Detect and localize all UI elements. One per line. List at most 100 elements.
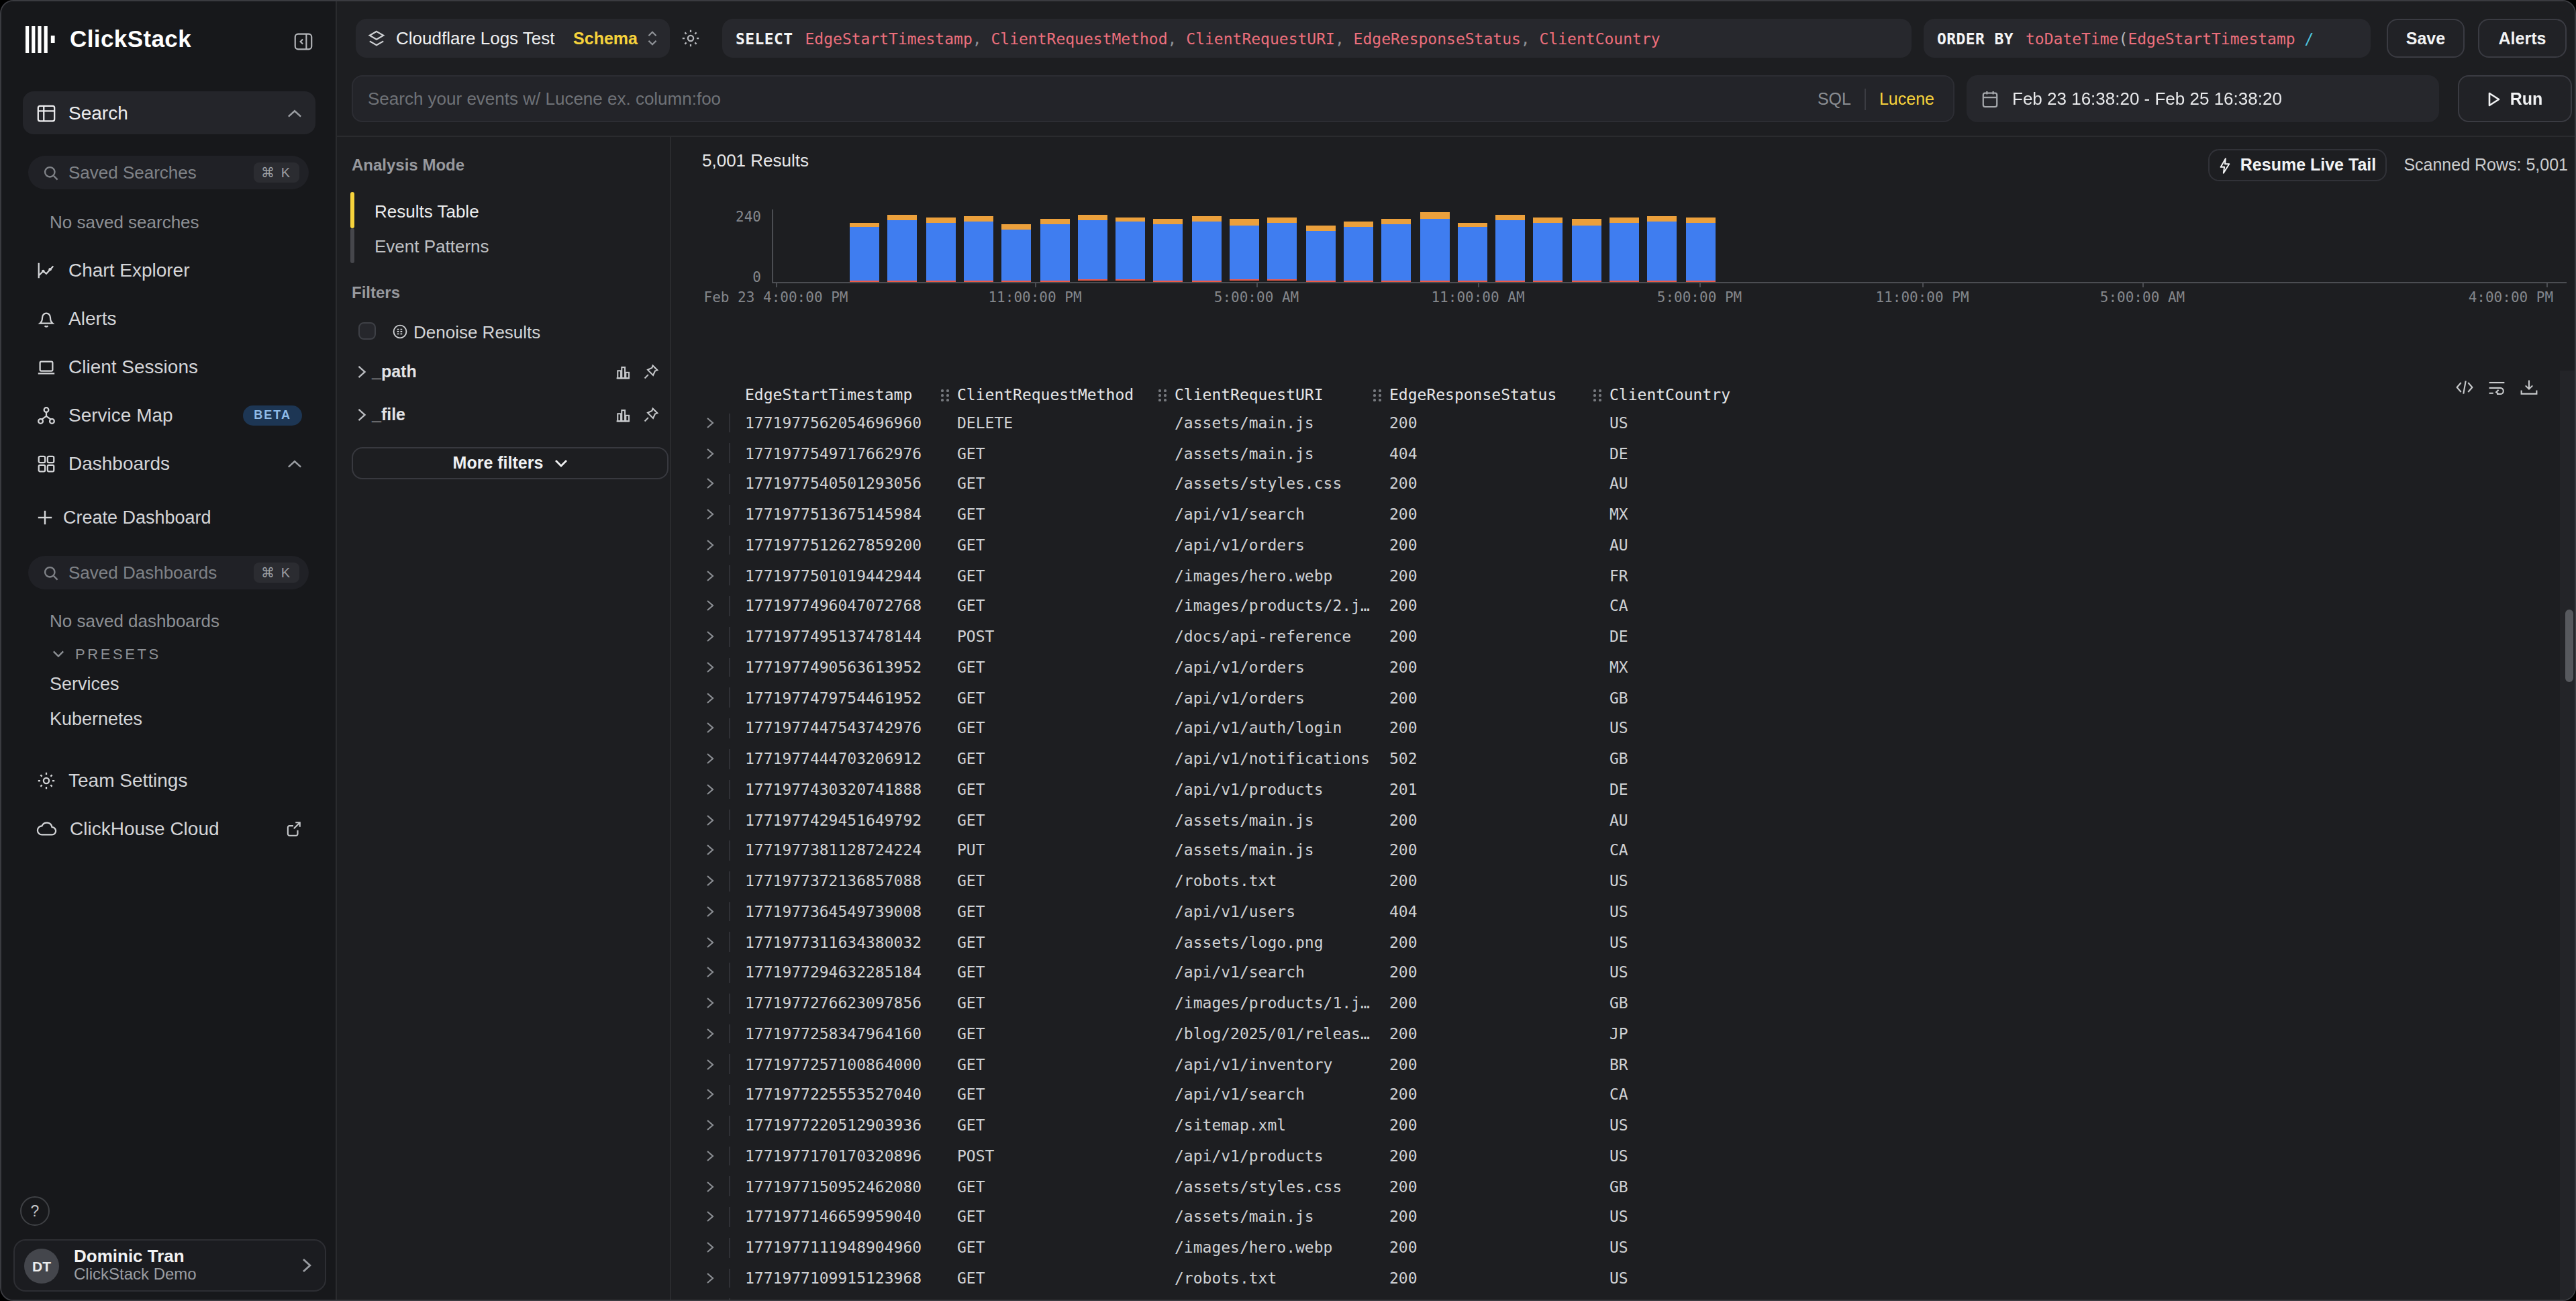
column-header[interactable]: ClientRequestMethod bbox=[957, 385, 1134, 404]
chart-icon[interactable] bbox=[615, 407, 631, 423]
table-row[interactable]: 1771977495137478144POST/docs/api-referen… bbox=[671, 622, 2550, 653]
column-header[interactable]: EdgeResponseStatus bbox=[1389, 385, 1556, 404]
histogram-bar[interactable] bbox=[1078, 214, 1107, 281]
run-button[interactable]: Run bbox=[2458, 75, 2572, 122]
table-row[interactable]: 1771977364549739008GET/api/v1/users404US bbox=[671, 896, 2550, 927]
lang-lucene-toggle[interactable]: Lucene bbox=[1879, 89, 1934, 108]
saved-dashboards-input[interactable]: Saved Dashboards ⌘ K bbox=[28, 556, 309, 589]
sidebar-item-clickhouse-cloud[interactable]: ClickHouse Cloud bbox=[23, 808, 315, 849]
expand-row-icon[interactable] bbox=[706, 1119, 714, 1131]
histogram-bar[interactable] bbox=[1154, 220, 1183, 281]
histogram-bar[interactable] bbox=[1040, 220, 1069, 281]
expand-row-icon[interactable] bbox=[706, 1150, 714, 1162]
expand-row-icon[interactable] bbox=[706, 1028, 714, 1040]
select-query-input[interactable]: SELECT EdgeStartTimestamp, ClientRequest… bbox=[722, 19, 1912, 58]
table-row[interactable]: 1771977146659959040GET/assets/main.js200… bbox=[671, 1202, 2550, 1233]
table-row[interactable]: 1771977220512903936GET/sitemap.xml200US bbox=[671, 1110, 2550, 1141]
mode-results-table[interactable]: Results Table bbox=[375, 201, 479, 222]
table-row[interactable]: 1771977512627859200GET/api/v1/orders200A… bbox=[671, 530, 2550, 561]
table-row[interactable]: 1771977540501293056GET/assets/styles.css… bbox=[671, 469, 2550, 499]
histogram-bar[interactable] bbox=[1191, 215, 1221, 281]
expand-row-icon[interactable] bbox=[706, 845, 714, 857]
expand-row-icon[interactable] bbox=[706, 1241, 714, 1253]
table-row[interactable]: 1771977294632285184GET/api/v1/search200U… bbox=[671, 957, 2550, 988]
histogram-bar[interactable] bbox=[964, 215, 993, 281]
alerts-button[interactable]: Alerts bbox=[2478, 19, 2567, 58]
expand-row-icon[interactable] bbox=[706, 967, 714, 979]
expand-row-icon[interactable] bbox=[706, 753, 714, 765]
lucene-search-input[interactable]: Search your events w/ Lucene ex. column:… bbox=[352, 75, 1954, 122]
lang-sql-toggle[interactable]: SQL bbox=[1818, 89, 1851, 108]
pin-icon[interactable] bbox=[643, 364, 659, 380]
code-icon[interactable] bbox=[2455, 379, 2474, 396]
mode-event-patterns[interactable]: Event Patterns bbox=[375, 236, 489, 256]
histogram-bar[interactable] bbox=[1648, 215, 1677, 281]
create-dashboard-button[interactable]: Create Dashboard bbox=[23, 502, 315, 532]
table-row[interactable]: 1771977225553527040GET/api/v1/search200C… bbox=[671, 1079, 2550, 1110]
expand-row-icon[interactable] bbox=[706, 478, 714, 490]
expand-row-icon[interactable] bbox=[706, 600, 714, 612]
column-drag-handle[interactable] bbox=[1158, 389, 1168, 403]
expand-row-icon[interactable] bbox=[706, 997, 714, 1009]
date-range-picker[interactable]: Feb 23 16:38:20 - Feb 25 16:38:20 bbox=[1967, 75, 2439, 122]
source-settings-gear-icon[interactable] bbox=[681, 28, 701, 48]
logo[interactable]: ClickStack bbox=[26, 26, 191, 54]
expand-row-icon[interactable] bbox=[706, 508, 714, 520]
table-row[interactable]: 1771977501019442944GET/images/hero.webp2… bbox=[671, 561, 2550, 591]
histogram-bar[interactable] bbox=[1381, 220, 1411, 281]
table-row[interactable]: 1771977150952462080GET/assets/styles.css… bbox=[671, 1171, 2550, 1202]
user-menu[interactable]: DT Dominic Tran ClickStack Demo bbox=[13, 1239, 326, 1292]
expand-row-icon[interactable] bbox=[706, 630, 714, 642]
column-drag-handle[interactable] bbox=[1373, 389, 1383, 403]
histogram-bar[interactable] bbox=[1001, 225, 1031, 281]
scrollbar-thumb[interactable] bbox=[2565, 610, 2573, 682]
table-row[interactable]: 1771977430320741888GET/api/v1/products20… bbox=[671, 774, 2550, 805]
sidebar-item-team-settings[interactable]: Team Settings bbox=[23, 760, 315, 800]
histogram-bar[interactable] bbox=[1268, 217, 1297, 281]
filter-group-file[interactable]: _file bbox=[357, 405, 659, 424]
table-row[interactable]: 1771977258347964160GET/blog/2025/01/rele… bbox=[671, 1018, 2550, 1049]
expand-row-icon[interactable] bbox=[706, 814, 714, 826]
expand-row-icon[interactable] bbox=[706, 691, 714, 704]
table-row[interactable]: 1771977479754461952GET/api/v1/orders200G… bbox=[671, 683, 2550, 714]
table-row[interactable]: 1771977513675145984GET/api/v1/search200M… bbox=[671, 499, 2550, 530]
column-header[interactable]: ClientRequestURI bbox=[1175, 385, 1324, 404]
table-row[interactable]: 1771977111948904960GET/images/hero.webp2… bbox=[671, 1233, 2550, 1263]
histogram-bar[interactable] bbox=[1495, 214, 1525, 281]
sidebar-item-service-map[interactable]: Service Map BETA bbox=[23, 395, 315, 435]
preset-kubernetes[interactable]: Kubernetes bbox=[50, 709, 142, 729]
table-row[interactable]: 1771977372136857088GET/robots.txt200US bbox=[671, 866, 2550, 897]
expand-row-icon[interactable] bbox=[706, 783, 714, 796]
column-drag-handle[interactable] bbox=[1593, 389, 1603, 403]
expand-row-icon[interactable] bbox=[706, 1272, 714, 1284]
more-filters-button[interactable]: More filters bbox=[352, 447, 668, 479]
table-row[interactable]: 1771977447543742976GET/api/v1/auth/login… bbox=[671, 713, 2550, 744]
histogram-bar[interactable] bbox=[1420, 213, 1449, 281]
column-drag-handle[interactable] bbox=[941, 389, 950, 403]
expand-row-icon[interactable] bbox=[706, 417, 714, 429]
scrollbar-track[interactable] bbox=[2560, 371, 2576, 1301]
histogram-bar[interactable] bbox=[1458, 222, 1487, 281]
expand-row-icon[interactable] bbox=[706, 661, 714, 673]
collapse-sidebar-icon[interactable] bbox=[294, 32, 313, 51]
table-row[interactable]: 1771977063406348064GET/assets/main.js200… bbox=[671, 1294, 2550, 1301]
histogram-bar[interactable] bbox=[1571, 220, 1601, 281]
table-row[interactable]: 1771977311634380032GET/assets/logo.png20… bbox=[671, 927, 2550, 958]
table-row[interactable]: 1771977381128724224PUT/assets/main.js200… bbox=[671, 835, 2550, 866]
expand-row-icon[interactable] bbox=[706, 569, 714, 581]
save-button[interactable]: Save bbox=[2387, 19, 2465, 58]
expand-row-icon[interactable] bbox=[706, 1089, 714, 1101]
pin-icon[interactable] bbox=[643, 407, 659, 423]
table-row[interactable]: 1771977496047072768GET/images/products/2… bbox=[671, 591, 2550, 622]
wrap-text-icon[interactable] bbox=[2487, 379, 2506, 396]
histogram-bar[interactable] bbox=[888, 214, 918, 281]
expand-row-icon[interactable] bbox=[706, 936, 714, 948]
sidebar-item-client-sessions[interactable]: Client Sessions bbox=[23, 346, 315, 387]
sidebar-item-search[interactable]: Search bbox=[23, 91, 315, 134]
table-row[interactable]: 1771977276623097856GET/images/products/1… bbox=[671, 988, 2550, 1019]
table-row[interactable]: 1771977429451649792GET/assets/main.js200… bbox=[671, 805, 2550, 836]
histogram-bar[interactable] bbox=[1305, 226, 1335, 281]
histogram-bar[interactable] bbox=[850, 224, 879, 281]
table-row[interactable]: 1771977549717662976GET/assets/main.js404… bbox=[671, 438, 2550, 469]
histogram-bar[interactable] bbox=[926, 218, 955, 281]
